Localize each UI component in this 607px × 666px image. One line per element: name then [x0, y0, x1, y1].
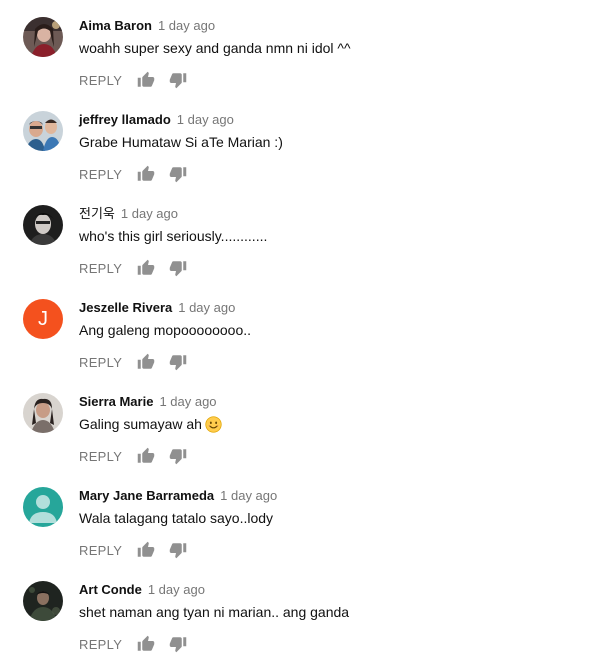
comment-header: Aima Baron 1 day ago [79, 18, 215, 34]
comment-actions: REPLY [79, 258, 187, 278]
comment-header: Sierra Marie 1 day ago [79, 394, 217, 410]
comment-header: jeffrey llamado 1 day ago [79, 112, 234, 128]
reply-button[interactable]: REPLY [79, 637, 122, 652]
comment-actions: REPLY [79, 164, 187, 184]
comment-item: Art Conde 1 day ago shet naman ang tyan n… [0, 564, 607, 658]
comment-text: Wala talagang tatalo sayo..lody [79, 510, 274, 526]
avatar-letter: J [23, 299, 63, 339]
thumbs-down-icon[interactable] [169, 353, 187, 371]
thumbs-up-icon[interactable] [137, 71, 155, 89]
reply-button[interactable]: REPLY [79, 73, 122, 88]
timestamp[interactable]: 1 day ago [220, 488, 277, 503]
smiling-face-emoji [205, 416, 222, 437]
thumbs-up-icon[interactable] [137, 541, 155, 559]
author-name[interactable]: jeffrey llamado [79, 112, 171, 127]
comment-text-content: Galing sumayaw ah [79, 416, 202, 432]
author-name[interactable]: Mary Jane Barrameda [79, 488, 214, 503]
comment-header: Mary Jane Barrameda 1 day ago [79, 488, 277, 504]
timestamp[interactable]: 1 day ago [159, 394, 216, 409]
timestamp[interactable]: 1 day ago [148, 582, 205, 597]
thumbs-down-icon[interactable] [169, 447, 187, 465]
avatar[interactable] [23, 205, 63, 245]
avatar[interactable] [23, 581, 63, 621]
comment-item: jeffrey llamado 1 day ago Grabe Humataw S… [0, 94, 607, 188]
comment-text: Galing sumayaw ah [79, 415, 222, 437]
thumbs-up-icon[interactable] [137, 447, 155, 465]
thumbs-down-icon[interactable] [169, 71, 187, 89]
timestamp[interactable]: 1 day ago [177, 112, 234, 127]
comment-text: who's this girl seriously............ [79, 228, 268, 244]
author-name[interactable]: Jeszelle Rivera [79, 300, 172, 315]
thumbs-up-icon[interactable] [137, 635, 155, 653]
comment-header: 전기욱 1 day ago [79, 206, 178, 222]
reply-button[interactable]: REPLY [79, 355, 122, 370]
comment-actions: REPLY [79, 634, 187, 654]
comment-text: woahh super sexy and ganda nmn ni idol ^… [79, 40, 351, 56]
avatar[interactable] [23, 17, 63, 57]
comment-text: shet naman ang tyan ni marian.. ang gand… [79, 604, 350, 620]
avatar[interactable] [23, 111, 63, 151]
thumbs-down-icon[interactable] [169, 541, 187, 559]
author-name[interactable]: 전기욱 [79, 206, 115, 221]
reply-button[interactable]: REPLY [79, 261, 122, 276]
comment-header: Art Conde 1 day ago [79, 582, 205, 598]
thumbs-up-icon[interactable] [137, 353, 155, 371]
reply-button[interactable]: REPLY [79, 449, 122, 464]
comment-actions: REPLY [79, 540, 187, 560]
author-name[interactable]: Sierra Marie [79, 394, 153, 409]
thumbs-down-icon[interactable] [169, 635, 187, 653]
avatar[interactable]: J [23, 299, 63, 339]
thumbs-down-icon[interactable] [169, 165, 187, 183]
comment-item: Mary Jane Barrameda 1 day ago Wala talaga… [0, 470, 607, 564]
comment-actions: REPLY [79, 352, 187, 372]
thumbs-up-icon[interactable] [137, 259, 155, 277]
author-name[interactable]: Aima Baron [79, 18, 152, 33]
thumbs-down-icon[interactable] [169, 259, 187, 277]
comment-actions: REPLY [79, 446, 187, 466]
thumbs-up-icon[interactable] [137, 165, 155, 183]
comment-item: J Jeszelle Rivera 1 day ago Ang galeng mo… [0, 282, 607, 376]
comment-item: Sierra Marie 1 day ago Galing sumayaw ah … [0, 376, 607, 470]
comment-text: Grabe Humataw Si aTe Marian :) [79, 134, 283, 150]
reply-button[interactable]: REPLY [79, 167, 122, 182]
timestamp[interactable]: 1 day ago [178, 300, 235, 315]
avatar[interactable] [23, 393, 63, 433]
reply-button[interactable]: REPLY [79, 543, 122, 558]
comment-actions: REPLY [79, 70, 187, 90]
comment-item: 전기욱 1 day ago who's this girl seriously..… [0, 188, 607, 282]
author-name[interactable]: Art Conde [79, 582, 142, 597]
avatar[interactable] [23, 487, 63, 527]
comment-text: Ang galeng mopoooooooo.. [79, 322, 252, 338]
timestamp[interactable]: 1 day ago [158, 18, 215, 33]
comment-item: Aima Baron 1 day ago woahh super sexy and… [0, 0, 607, 94]
timestamp[interactable]: 1 day ago [121, 206, 178, 221]
comment-header: Jeszelle Rivera 1 day ago [79, 300, 235, 316]
